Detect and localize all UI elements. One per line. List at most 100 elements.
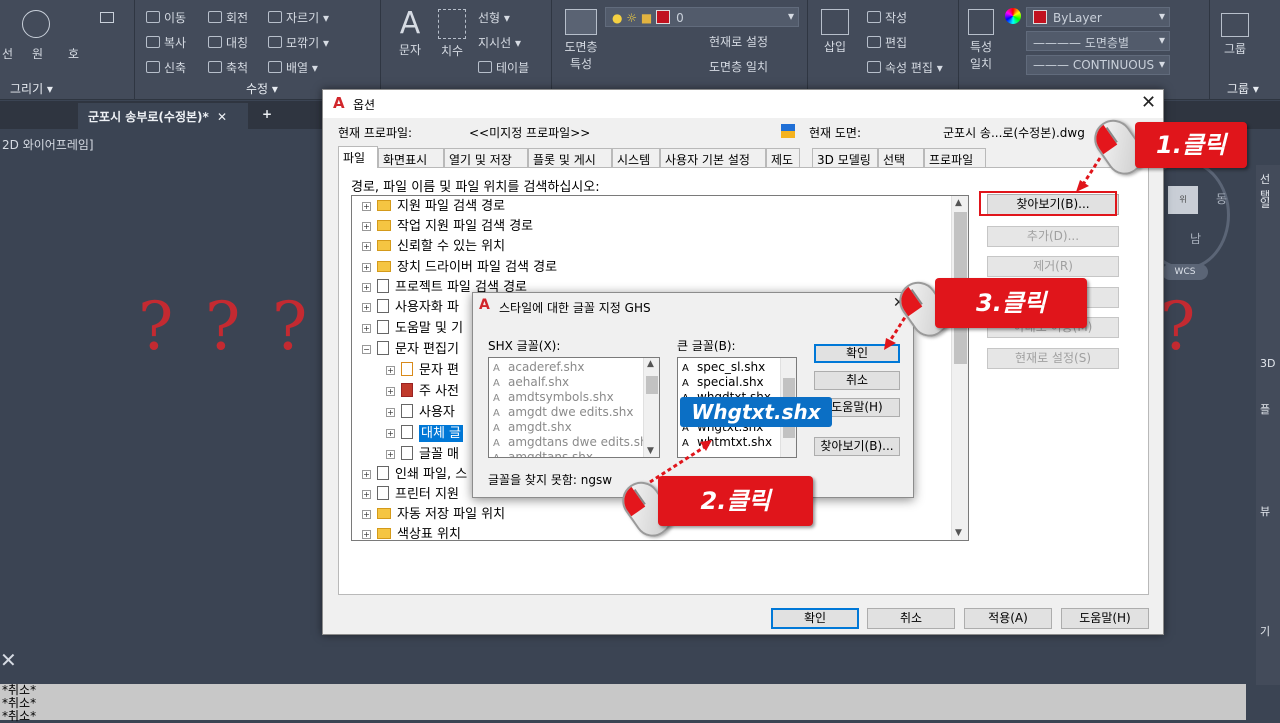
circle-tool[interactable]: 원 xyxy=(32,45,43,62)
expand-icon[interactable]: + xyxy=(362,470,371,479)
match-properties-tool[interactable]: 특성 일치 xyxy=(964,6,998,72)
scroll-down-icon[interactable]: ▼ xyxy=(955,528,962,538)
list-item[interactable]: Aamdtsymbols.shx xyxy=(493,390,614,404)
layer-properties-tool[interactable]: 도면층 특성 xyxy=(559,6,603,72)
expand-icon[interactable]: + xyxy=(362,510,371,519)
arc-tool[interactable]: 호 xyxy=(68,45,79,62)
expand-icon[interactable]: + xyxy=(362,202,371,211)
expand-icon[interactable]: + xyxy=(362,490,371,499)
list-item[interactable]: Aamgdtans.shx xyxy=(493,450,593,457)
list-item[interactable]: Awhtmtxt.shx xyxy=(682,435,772,449)
close-icon[interactable]: ✕ xyxy=(0,648,17,672)
options-title-bar[interactable]: A 옵션 ✕ xyxy=(323,90,1163,118)
set-current-tool[interactable]: 현재로 설정 xyxy=(709,33,768,50)
expand-icon[interactable]: + xyxy=(386,429,395,438)
tree-item[interactable]: + 주 사전 xyxy=(386,382,459,402)
stretch-tool[interactable]: 신축 xyxy=(146,59,186,76)
lineweight-dropdown[interactable]: ———— 도면층별 xyxy=(1026,31,1170,51)
tab-3d-modeling[interactable]: 3D 모델링 xyxy=(812,148,878,168)
tree-item[interactable]: + 자동 저장 파일 위치 xyxy=(362,505,505,525)
expand-icon[interactable]: + xyxy=(386,408,395,417)
tree-item[interactable]: + 인쇄 파일, 스 xyxy=(362,465,467,485)
tab-open-save[interactable]: 열기 및 저장 xyxy=(444,148,528,168)
layer-match-tool[interactable]: 도면층 일치 xyxy=(709,58,768,75)
tree-item[interactable]: + 사용자 xyxy=(386,403,455,423)
dimension-tool[interactable]: 치수 xyxy=(434,6,470,59)
tree-scrollbar[interactable]: ▲ ▼ xyxy=(951,196,968,540)
color-dropdown[interactable]: ByLayer xyxy=(1026,7,1170,27)
mirror-tool[interactable]: 대칭 xyxy=(208,34,248,51)
fillet-tool[interactable]: 모깎기 ▾ xyxy=(268,34,329,51)
scroll-up-icon[interactable]: ▲ xyxy=(647,359,654,369)
expand-icon[interactable]: + xyxy=(386,366,395,375)
expand-icon[interactable]: + xyxy=(362,283,371,292)
shx-font-list[interactable]: Aacaderef.shx Aaehalf.shx Aamdtsymbols.s… xyxy=(488,357,660,458)
array-tool[interactable]: 배열 ▾ xyxy=(268,59,318,76)
text-tool[interactable]: A 문자 xyxy=(392,6,428,58)
expand-icon[interactable]: + xyxy=(386,450,395,459)
create-block-tool[interactable]: 작성 xyxy=(867,9,907,26)
expand-icon[interactable]: + xyxy=(362,303,371,312)
scroll-up-icon[interactable]: ▲ xyxy=(955,198,962,208)
file-tab[interactable]: 군포시 송부로(수정본)* ✕ xyxy=(78,103,248,129)
tree-item-selected[interactable]: + 대체 글 xyxy=(386,424,464,444)
collapse-icon[interactable]: − xyxy=(362,345,371,354)
palette-tab[interactable]: 3D xyxy=(1260,357,1275,370)
expand-icon[interactable]: + xyxy=(362,242,371,251)
edit-attributes-tool[interactable]: 속성 편집 ▾ xyxy=(867,59,943,76)
tab-profiles[interactable]: 프로파일 xyxy=(924,148,986,168)
expand-icon[interactable]: + xyxy=(362,324,371,333)
group-tool[interactable]: 그룹 xyxy=(1215,10,1255,57)
edit-block-tool[interactable]: 편집 xyxy=(867,34,907,51)
tree-item[interactable]: + 신뢰할 수 있는 위치 xyxy=(362,237,505,257)
trim-tool[interactable]: 자르기 ▾ xyxy=(268,9,329,26)
tree-item[interactable]: + 색상표 위치 xyxy=(362,525,461,540)
scale-tool[interactable]: 축척 xyxy=(208,59,248,76)
color-wheel-icon[interactable] xyxy=(1005,8,1021,24)
list-item[interactable]: Aamgdtans dwe edits.shx xyxy=(493,435,655,449)
scroll-down-icon[interactable]: ▼ xyxy=(647,446,654,456)
close-icon[interactable]: ✕ xyxy=(1141,92,1156,113)
list-item[interactable]: Aspecial.shx xyxy=(682,375,764,389)
shx-scrollbar[interactable]: ▲ ▼ xyxy=(643,358,659,457)
expand-icon[interactable]: + xyxy=(386,387,395,396)
list-item[interactable]: Aspec_sl.shx xyxy=(682,360,765,374)
tree-item[interactable]: + 사용자화 파 xyxy=(362,298,459,318)
viewcube[interactable]: 위 동 남 WCS xyxy=(1140,150,1250,300)
line-tool[interactable]: 선 xyxy=(2,45,13,62)
list-item[interactable]: Aamgdt dwe edits.shx xyxy=(493,405,634,419)
list-item[interactable]: Aamgdt.shx xyxy=(493,420,572,434)
move-tool[interactable]: 이동 xyxy=(146,9,186,26)
tab-selection[interactable]: 선택 xyxy=(878,148,924,168)
list-item[interactable]: Aaehalf.shx xyxy=(493,375,569,389)
tab-plot-publish[interactable]: 플롯 및 게시 xyxy=(528,148,612,168)
linetype-dropdown[interactable]: ——— CONTINUOUS xyxy=(1026,55,1170,75)
viewport-style-label[interactable]: 2D 와이어프레임] xyxy=(2,136,94,153)
cancel-button[interactable]: 취소 xyxy=(867,608,955,629)
help-button[interactable]: 도움말(H) xyxy=(1061,608,1149,629)
rectangle-icon[interactable] xyxy=(100,12,114,23)
tree-item[interactable]: + 문자 편 xyxy=(386,361,459,381)
insert-tool[interactable]: 삽입 xyxy=(817,6,853,55)
font-browse-button[interactable]: 찾아보기(B)... xyxy=(814,437,900,456)
set-current-button[interactable]: 현재로 설정(S) xyxy=(987,348,1119,369)
tree-item[interactable]: − 문자 편집기 xyxy=(362,340,459,360)
palette-tab[interactable]: 플 xyxy=(1260,401,1270,417)
draw-panel-label[interactable]: 그리기 ▾ xyxy=(10,80,134,97)
tree-item[interactable]: + 작업 지원 파일 검색 경로 xyxy=(362,217,533,237)
tree-item[interactable]: + 도움말 및 기 xyxy=(362,319,463,339)
tab-files[interactable]: 파일 xyxy=(338,146,378,168)
wcs-dropdown[interactable]: WCS xyxy=(1162,264,1208,280)
new-tab-button[interactable]: + xyxy=(254,103,280,129)
rotate-tool[interactable]: 회전 xyxy=(208,9,248,26)
tab-display[interactable]: 화면표시 xyxy=(378,148,444,168)
leader-tool[interactable]: 지시선 ▾ xyxy=(478,34,521,51)
palette-tab[interactable]: 기 xyxy=(1260,623,1270,639)
palette-tab[interactable]: 뷰 xyxy=(1260,503,1270,519)
tree-item[interactable]: + 글꼴 매 xyxy=(386,445,459,465)
tab-user-preferences[interactable]: 사용자 기본 설정 xyxy=(660,148,766,168)
viewcube-face[interactable]: 위 xyxy=(1168,186,1198,214)
group-panel-label[interactable]: 그룹 ▾ xyxy=(1227,80,1280,97)
tab-system[interactable]: 시스템 xyxy=(612,148,660,168)
tree-item[interactable]: + 지원 파일 검색 경로 xyxy=(362,197,505,217)
